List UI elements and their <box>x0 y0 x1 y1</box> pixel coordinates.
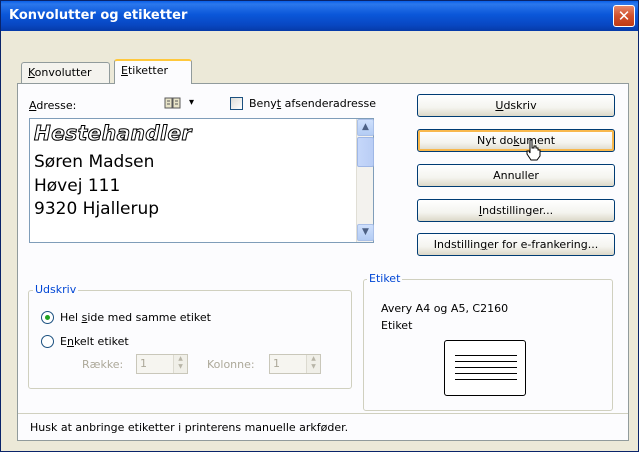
address-line-4: 9320 Hjallerup <box>34 199 160 219</box>
dialog-title: Konvolutter og etiketter <box>9 8 188 23</box>
use-return-address-label[interactable]: Benyt afsenderadresse <box>249 97 376 110</box>
scroll-up-icon[interactable]: ▲ <box>357 119 374 136</box>
address-label: Adresse: <box>29 99 77 112</box>
column-label: Kolonne: <box>207 358 255 371</box>
single-label-radio[interactable] <box>41 335 54 348</box>
label-product-text: Avery A4 og A5, C2160 <box>381 302 509 315</box>
epostage-options-button[interactable]: Indstillinger for e-frankering... <box>417 233 615 256</box>
cancel-button[interactable]: Annuller <box>417 164 615 187</box>
address-textarea[interactable]: Hestehandler Søren Madsen Høvej 111 9320… <box>29 118 374 243</box>
tab-labels-accesskey: E <box>121 64 128 77</box>
print-group-title: Udskriv <box>33 283 79 296</box>
close-button[interactable]: ✕ <box>613 5 635 27</box>
tab-envelopes-label: onvolutter <box>34 66 92 79</box>
column-spinner: 1 ▲ ▼ <box>269 354 321 374</box>
address-line-3: Høvej 111 <box>34 176 121 196</box>
row-label: Række: <box>82 358 124 371</box>
label-preview-image[interactable] <box>444 340 526 396</box>
use-return-address-checkbox[interactable] <box>230 97 243 110</box>
tab-labels[interactable]: Etiketter <box>114 59 192 84</box>
new-document-button[interactable]: Nyt dokument <box>417 129 615 152</box>
column-spinner-arrows: ▲ ▼ <box>306 355 320 373</box>
options-button[interactable]: Indstillinger... <box>417 199 615 222</box>
address-scrollbar[interactable]: ▲ ▼ <box>356 119 374 242</box>
hand-cursor-icon <box>526 139 541 161</box>
close-icon: ✕ <box>617 7 631 25</box>
scroll-down-icon[interactable]: ▼ <box>357 224 374 241</box>
label-group-title: Etiket <box>367 272 403 285</box>
print-button[interactable]: Udskriv <box>417 94 615 117</box>
row-spinner: 1 ▲ ▼ <box>136 354 188 374</box>
title-bar[interactable]: Konvolutter og etiketter <box>1 1 638 31</box>
tab-labels-label: tiketter <box>127 64 168 77</box>
envelopes-labels-dialog: Konvolutter og etiketter ✕ Konvolutter E… <box>0 0 639 452</box>
row-spinner-arrows: ▲ ▼ <box>173 355 187 373</box>
full-page-label[interactable]: Hel side med samme etiket <box>60 311 211 324</box>
single-label-label[interactable]: Enkelt etiket <box>60 335 129 348</box>
column-value: 1 <box>273 357 280 370</box>
tab-envelopes-accesskey: K <box>28 66 35 79</box>
tab-envelopes[interactable]: Konvolutter <box>21 62 110 84</box>
footer-hint: Husk at anbringe etiketter i printerens … <box>30 421 349 434</box>
label-type-text: Etiket <box>381 319 413 332</box>
address-book-icon[interactable] <box>164 97 182 109</box>
scroll-thumb[interactable] <box>357 137 374 167</box>
row-value: 1 <box>140 357 147 370</box>
full-page-radio[interactable] <box>41 311 54 324</box>
chevron-down-icon[interactable]: ▾ <box>189 97 194 108</box>
address-line-2: Søren Madsen <box>34 152 155 172</box>
address-line-1: Hestehandler <box>34 121 192 146</box>
